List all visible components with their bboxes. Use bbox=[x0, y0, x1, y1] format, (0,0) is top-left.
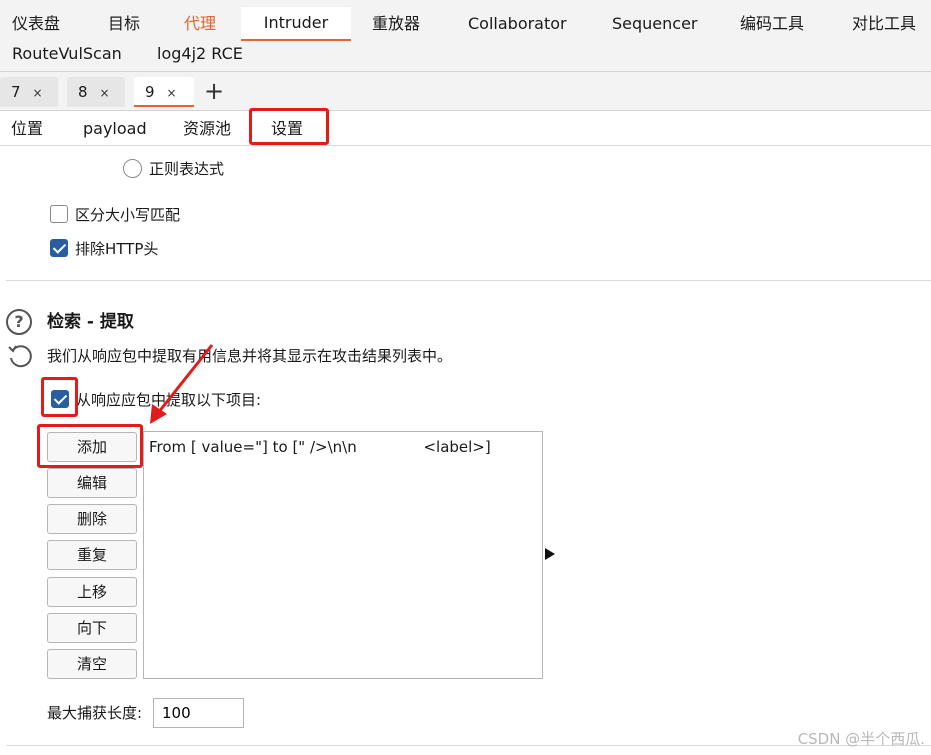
case-sensitive-label: 区分大小写匹配 bbox=[75, 206, 181, 224]
menu-tab-repeater[interactable]: 重放器 bbox=[372, 8, 420, 40]
menu-tab-routevulscan[interactable]: RouteVulScan bbox=[12, 38, 122, 70]
request-tab-label: 7 bbox=[11, 83, 21, 101]
request-tab-label: 8 bbox=[78, 83, 88, 101]
highlight-settings-tab bbox=[249, 108, 329, 145]
close-icon[interactable]: × bbox=[33, 86, 43, 100]
menu-tab-collaborator[interactable]: Collaborator bbox=[468, 8, 567, 40]
sub-tabs: 位置 payload 资源池 设置 bbox=[0, 111, 931, 146]
add-tab-icon[interactable]: + bbox=[204, 76, 224, 106]
bottom-divider bbox=[6, 745, 931, 746]
remove-button[interactable]: 删除 bbox=[47, 504, 137, 534]
highlight-extract-checkbox bbox=[41, 377, 78, 417]
move-up-button[interactable]: 上移 bbox=[47, 577, 137, 607]
case-sensitive-checkbox[interactable] bbox=[50, 205, 68, 223]
exclude-http-checkbox[interactable] bbox=[50, 239, 68, 257]
max-length-input[interactable] bbox=[153, 698, 244, 728]
menu-tab-log4j2[interactable]: log4j2 RCE bbox=[157, 38, 243, 70]
duplicate-button[interactable]: 重复 bbox=[47, 540, 137, 570]
extract-label: 从响应应包中提取以下项目: bbox=[76, 391, 262, 409]
menu-tab-proxy[interactable]: 代理 bbox=[184, 8, 216, 40]
menu-tab-sequencer[interactable]: Sequencer bbox=[612, 8, 698, 40]
close-icon[interactable]: × bbox=[100, 86, 110, 100]
menu-tab-intruder[interactable]: Intruder bbox=[241, 7, 351, 41]
list-item[interactable]: From [ value="] to [" />\n\n <label>] bbox=[149, 437, 491, 457]
regex-label: 正则表达式 bbox=[149, 160, 225, 178]
section-description: 我们从响应包中提取有用信息并将其显示在攻击结果列表中。 bbox=[47, 347, 453, 365]
extract-items-list[interactable]: From [ value="] to [" />\n\n <label>] bbox=[143, 431, 543, 679]
menu-tab-dashboard[interactable]: 仪表盘 bbox=[12, 8, 60, 40]
menu-tab-comparer[interactable]: 对比工具 bbox=[852, 8, 916, 40]
move-down-button[interactable]: 向下 bbox=[47, 613, 137, 643]
section-divider bbox=[6, 280, 931, 281]
exclude-http-label: 排除HTTP头 bbox=[75, 240, 159, 258]
menu-tab-decoder[interactable]: 编码工具 bbox=[740, 8, 804, 40]
watermark: CSDN @半个西瓜. bbox=[797, 730, 925, 748]
close-icon[interactable]: × bbox=[167, 86, 177, 100]
tab-positions[interactable]: 位置 bbox=[11, 116, 43, 142]
request-tab-9[interactable]: 9 × bbox=[134, 77, 194, 107]
highlight-add-button bbox=[37, 424, 143, 468]
help-icon[interactable]: ? bbox=[6, 309, 32, 335]
tab-payloads[interactable]: payload bbox=[83, 116, 147, 142]
request-tab-8[interactable]: 8 × bbox=[67, 77, 125, 107]
menu-tab-target[interactable]: 目标 bbox=[108, 8, 140, 40]
section-title: 检索 - 提取 bbox=[47, 312, 134, 332]
main-menu: 仪表盘 目标 代理 Intruder 重放器 Collaborator Sequ… bbox=[0, 0, 931, 72]
reset-icon[interactable] bbox=[6, 342, 34, 370]
request-tab-7[interactable]: 7 × bbox=[0, 77, 58, 107]
edit-button[interactable]: 编辑 bbox=[47, 468, 137, 498]
expand-arrow-icon[interactable] bbox=[545, 548, 555, 560]
request-tab-label: 9 bbox=[145, 83, 155, 101]
max-length-label: 最大捕获长度: bbox=[47, 704, 143, 722]
regex-radio[interactable] bbox=[123, 159, 142, 178]
request-tabs: 7 × 8 × 9 × + bbox=[0, 72, 931, 111]
clear-button[interactable]: 清空 bbox=[47, 649, 137, 679]
tab-resource-pool[interactable]: 资源池 bbox=[183, 116, 231, 142]
